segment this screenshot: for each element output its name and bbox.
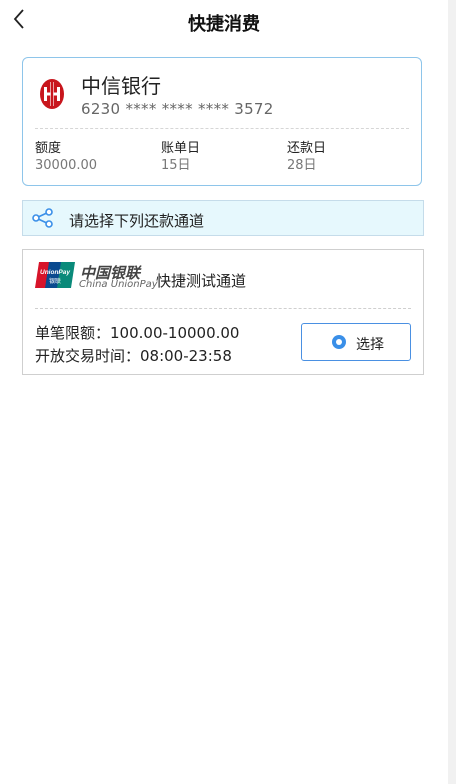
- notice-text: 请选择下列还款通道: [69, 212, 205, 230]
- billing-day: 账单日 15日: [161, 140, 200, 174]
- channel-name: 快捷测试通道: [156, 272, 247, 290]
- select-channel-button[interactable]: 选择: [301, 323, 411, 361]
- scrollbar[interactable]: [448, 0, 456, 784]
- card-number: 6230 **** **** **** 3572: [81, 100, 274, 118]
- repayment-day-value: 28日: [287, 158, 317, 173]
- divider: [35, 128, 409, 129]
- page: 快捷消费 中信银行 6230 **** **** **** 3572 额度 30…: [0, 0, 448, 784]
- single-limit: 单笔限额：100.00-10000.00: [35, 324, 240, 342]
- citic-bank-logo-icon: [40, 79, 64, 109]
- svg-text:UnionPay: UnionPay: [40, 269, 70, 276]
- credit-limit: 额度 30000.00: [35, 140, 97, 174]
- credit-limit-value: 30000.00: [35, 158, 98, 173]
- billing-day-value: 15日: [161, 158, 191, 173]
- header: 快捷消费: [0, 0, 448, 44]
- page-title: 快捷消费: [188, 14, 260, 35]
- divider: [35, 308, 411, 309]
- unionpay-name-en: China UnionPay: [79, 279, 158, 290]
- svg-text:银联: 银联: [49, 277, 61, 285]
- repayment-day-label: 还款日: [287, 141, 327, 156]
- trading-hours: 开放交易时间：08:00-23:58: [35, 347, 232, 365]
- bank-card: 中信银行 6230 **** **** **** 3572 额度 30000.0…: [22, 57, 422, 186]
- credit-limit-label: 额度: [35, 141, 62, 156]
- select-button-label: 选择: [356, 337, 384, 353]
- bank-name: 中信银行: [81, 74, 161, 98]
- channel-item: UnionPay 银联 中国银联 China UnionPay 快捷测试通道 单…: [22, 249, 424, 375]
- channel-notice: 请选择下列还款通道: [22, 200, 424, 236]
- share-icon: [32, 208, 53, 228]
- unionpay-logo-icon: UnionPay 银联: [35, 262, 75, 288]
- repayment-day: 还款日 28日: [287, 140, 326, 174]
- billing-day-label: 账单日: [161, 141, 201, 156]
- radio-icon: [332, 335, 346, 349]
